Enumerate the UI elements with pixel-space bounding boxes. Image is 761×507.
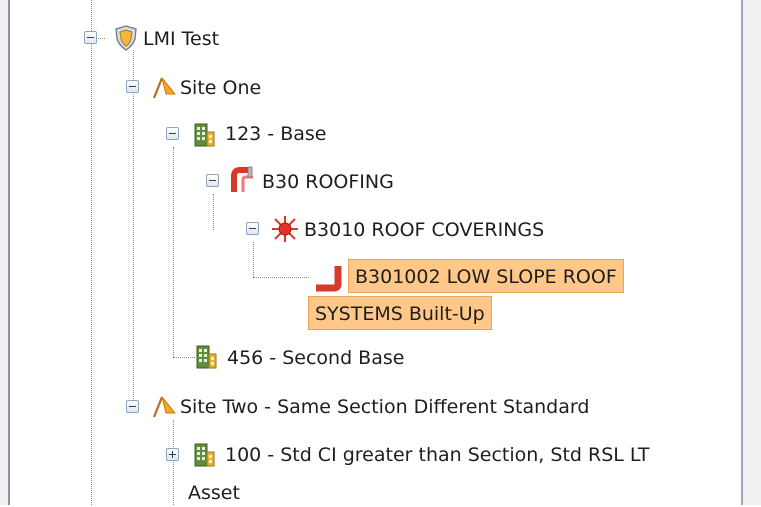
roofing-pipe-icon	[229, 166, 257, 194]
expand-toggle[interactable]	[166, 448, 179, 461]
tree-node-label: B3010 ROOF COVERINGS	[304, 219, 545, 241]
collapse-toggle[interactable]	[166, 127, 179, 140]
building-icon	[192, 440, 218, 468]
collapse-toggle[interactable]	[126, 80, 139, 93]
component-star-icon	[271, 215, 299, 243]
tree-node-label: Site One	[180, 77, 262, 99]
site-flag-icon	[150, 393, 176, 419]
building-icon	[192, 120, 218, 148]
tree-node-label-line1: B301002 LOW SLOPE ROOF	[348, 259, 624, 293]
tree-node-label: 123 - Base	[225, 123, 327, 145]
tree-node-label-line2: SYSTEMS Built-Up	[308, 296, 492, 330]
collapse-toggle[interactable]	[84, 31, 97, 44]
section-pipe-icon	[312, 262, 342, 292]
collapse-toggle[interactable]	[246, 222, 259, 235]
building-icon	[194, 342, 220, 370]
tree-node-label: 456 - Second Base	[227, 347, 405, 369]
tree-node-label-line2: Asset	[188, 482, 240, 504]
tree-node-label: B30 ROOFING	[262, 171, 394, 193]
tree-node-label: LMI Test	[143, 28, 220, 50]
tree-node-label: Site Two - Same Section Different Standa…	[180, 396, 590, 418]
tree-node-label-line1: 100 - Std CI greater than Section, Std R…	[225, 444, 650, 466]
collapse-toggle[interactable]	[206, 174, 219, 187]
shield-icon	[114, 25, 138, 51]
site-flag-icon	[150, 74, 176, 100]
left-panel-border	[0, 0, 10, 505]
right-panel-border	[741, 0, 761, 505]
collapse-toggle[interactable]	[126, 400, 139, 413]
